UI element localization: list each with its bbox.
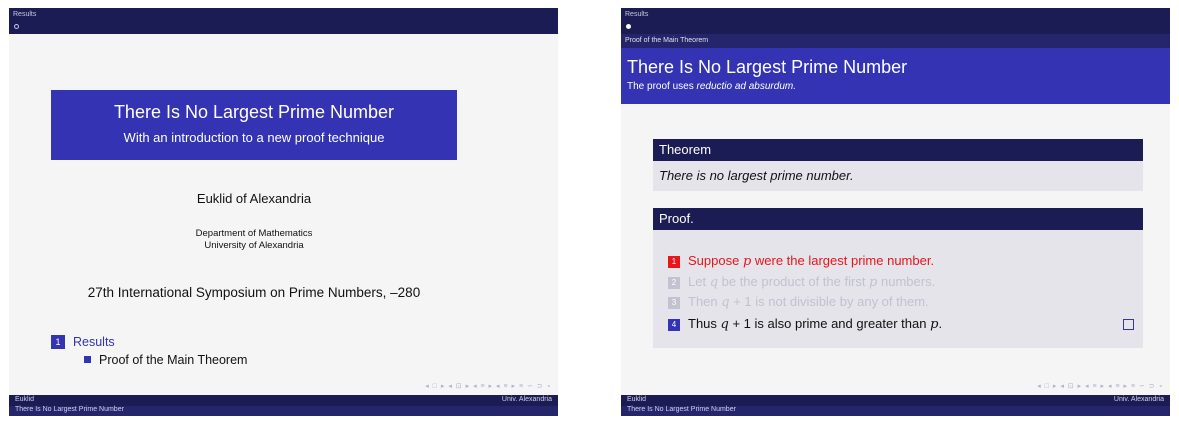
toc-section-results[interactable]: 1 Results [51, 335, 115, 349]
toc-section-number: 1 [51, 335, 65, 349]
proof-block-body: 1 Suppose p were the largest prime number… [653, 230, 1143, 348]
step-text: Let [688, 274, 710, 289]
footer-title-bar: There Is No Largest Prime Number [621, 406, 1170, 416]
toc-section-label: Results [73, 335, 115, 349]
proof-step-4: 4 Thus q + 1 is also prime and greater th… [668, 316, 942, 332]
frame-subtitle: The proof uses reductio ad absurdum. [627, 81, 796, 92]
step-text: Suppose [688, 253, 743, 268]
university: University of Alexandria [204, 240, 304, 251]
footer-author: Euklid [15, 396, 35, 403]
math-variable: q [720, 317, 729, 332]
author-name: Euklid of Alexandria [196, 191, 312, 206]
presentation-subtitle: With an introduction to a new proof tech… [123, 130, 385, 145]
step-number-badge: 3 [668, 297, 680, 309]
step-text: Then [688, 294, 722, 309]
proof-slide: Results Proof of the Main Theorem There … [621, 8, 1170, 416]
step-number-badge: 4 [668, 319, 680, 331]
math-variable: q [721, 295, 730, 310]
nav-section-link[interactable]: Results [625, 11, 648, 18]
footer-institute: Univ. Alexandria [1113, 396, 1164, 403]
subsection-bar: Proof of the Main Theorem [621, 34, 1170, 48]
math-variable: q [709, 275, 719, 290]
nav-frame-dot-icon[interactable] [626, 24, 631, 29]
footer-title: There Is No Largest Prime Number [627, 406, 736, 413]
step-number-badge: 2 [668, 277, 680, 289]
toc-subsection-label: Proof of the Main Theorem [99, 353, 248, 367]
footer-author: Euklid [627, 396, 647, 403]
qed-square-icon [1123, 319, 1134, 330]
proof-step-2: 2 Let q be the product of the first p num… [668, 274, 935, 290]
title-box: There Is No Largest Prime Number With an… [51, 90, 457, 160]
step-text: were the largest prime number. [751, 253, 935, 268]
subsection-title[interactable]: Proof of the Main Theorem [625, 37, 708, 44]
step-text: + 1 is also prime and greater than [728, 316, 931, 331]
institute: Department of Mathematics University of … [9, 228, 499, 252]
theorem-statement: There is no largest prime number. [659, 168, 854, 183]
nav-section-link[interactable]: Results [13, 11, 36, 18]
theorem-title: Theorem [659, 142, 712, 157]
frame-subtitle-emphasis: reductio ad absurdum. [696, 81, 796, 92]
footer-bar: Euklid Univ. Alexandria [9, 395, 558, 406]
theorem-block-header: Theorem [653, 139, 1143, 161]
theorem-block-body: There is no largest prime number. [653, 161, 1143, 191]
department: Department of Mathematics [195, 228, 313, 239]
proof-title: Proof. [659, 211, 694, 226]
step-text: numbers. [877, 274, 936, 289]
top-navigation-bar: Results [9, 8, 558, 34]
frame-title: There Is No Largest Prime Number [627, 57, 908, 77]
proof-block-header: Proof. [653, 208, 1143, 230]
step-text: . [938, 316, 943, 331]
footer-title: There Is No Largest Prime Number [15, 406, 124, 413]
beamer-navigation-symbols[interactable]: ◂ □ ▸ ◂ ⊡ ▸ ◂ ≡ ▸ ◂ ≡ ▸ ≡ ∽ ⊃ ∘ [425, 382, 552, 390]
footer-institute: Univ. Alexandria [501, 396, 552, 403]
bullet-square-icon [84, 356, 91, 363]
beamer-navigation-symbols[interactable]: ◂ □ ▸ ◂ ⊡ ▸ ◂ ≡ ▸ ◂ ≡ ▸ ≡ ∽ ⊃ ∘ [1037, 382, 1164, 390]
step-text: be the product of the first [718, 274, 870, 289]
footer-title-bar: There Is No Largest Prime Number [9, 406, 558, 416]
step-text: + 1 is not divisible by any of them. [729, 294, 929, 309]
frame-title-bar: There Is No Largest Prime Number The pro… [621, 48, 1170, 104]
proof-step-3: 3 Then q + 1 is not divisible by any of t… [668, 294, 929, 310]
footer-bar: Euklid Univ. Alexandria [621, 395, 1170, 406]
presentation-title: There Is No Largest Prime Number [113, 102, 395, 122]
title-slide: Results There Is No Largest Prime Number… [9, 8, 558, 416]
proof-step-1: 1 Suppose p were the largest prime number… [668, 253, 934, 269]
nav-frame-dot-icon[interactable] [14, 24, 19, 29]
presentation-date: 27th International Symposium on Prime Nu… [87, 285, 421, 300]
top-navigation-bar: Results [621, 8, 1170, 34]
toc-subsection-proof[interactable]: Proof of the Main Theorem [84, 353, 247, 367]
step-text: Thus [688, 316, 721, 331]
frame-subtitle-text: The proof uses [627, 81, 697, 92]
step-number-badge: 1 [668, 256, 680, 268]
